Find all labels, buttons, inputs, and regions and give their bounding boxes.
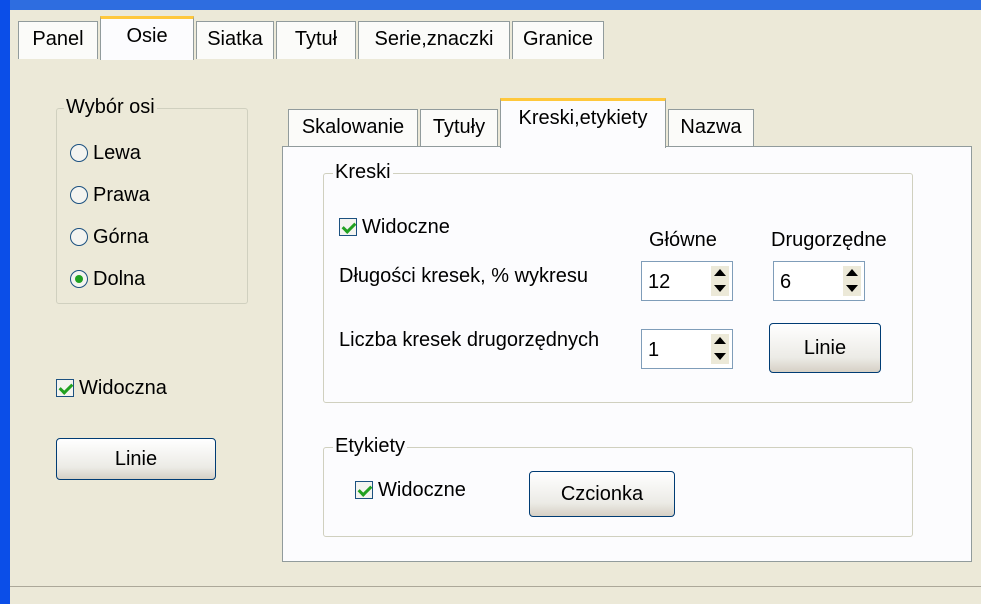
spinner-value: 12 [648,271,671,293]
minor-count-spinner[interactable]: 1 [641,329,733,369]
checkbox-checked-icon[interactable] [355,481,373,499]
kreski-lines-button[interactable]: Linie [769,323,881,373]
tab-granice[interactable]: Granice [512,21,604,59]
radio-label: Górna [93,225,149,248]
spinner-down-icon[interactable] [843,281,861,296]
radio-button-selected[interactable] [70,270,88,288]
tab-panel[interactable]: Panel [18,21,98,59]
spinner-down-icon[interactable] [711,281,729,296]
major-column-header: Główne [649,229,717,251]
radio-gorna[interactable]: Górna [70,224,149,250]
chart-editor-dialog: Panel Osie Siatka Tytuł Serie,znaczki Gr… [10,10,981,604]
tab-siatka[interactable]: Siatka [196,21,274,59]
major-length-spinner[interactable]: 12 [641,261,733,301]
axis-lines-button[interactable]: Linie [56,438,216,480]
window-left-border [0,0,10,604]
tab-kreski-etykiety[interactable]: Kreski,etykiety [500,98,666,148]
radio-dolna[interactable]: Dolna [70,266,145,292]
radio-button[interactable] [70,144,88,162]
radio-button[interactable] [70,228,88,246]
spinner-value: 6 [780,271,792,293]
spinner-up-icon[interactable] [711,334,729,349]
checkbox-checked-icon[interactable] [339,218,357,236]
tab-serie-znaczki[interactable]: Serie,znaczki [358,21,510,59]
radio-button[interactable] [70,186,88,204]
radio-label: Prawa [93,183,150,206]
radio-lewa[interactable]: Lewa [70,140,141,166]
spinner-arrows[interactable] [843,266,861,296]
etykiety-group-title: Etykiety [333,435,408,458]
axis-visible-checkbox[interactable]: Widoczna [56,375,167,401]
radio-label: Lewa [93,141,141,164]
checkbox-label: Widoczne [378,478,466,501]
checkbox-label: Widoczne [362,215,450,238]
spinner-arrows[interactable] [711,334,729,364]
tab-osie[interactable]: Osie [100,16,194,60]
etykiety-visible-checkbox[interactable]: Widoczne [355,477,466,503]
tab-tytul[interactable]: Tytuł [276,21,356,59]
checkbox-checked-icon[interactable] [56,379,74,397]
spinner-arrows[interactable] [711,266,729,296]
tab-nazwa[interactable]: Nazwa [668,109,754,147]
minor-length-spinner[interactable]: 6 [773,261,865,301]
kreski-visible-checkbox[interactable]: Widoczne [339,214,450,240]
font-button[interactable]: Czcionka [529,471,675,517]
tick-length-label: Długości kresek, % wykresu [339,265,588,287]
minor-count-label: Liczba kresek drugorzędnych [339,329,600,351]
minor-column-header: Drugorzędne [771,229,887,251]
bottom-separator [10,586,981,587]
tab-tytuly[interactable]: Tytuły [420,109,498,147]
radio-prawa[interactable]: Prawa [70,182,150,208]
spinner-down-icon[interactable] [711,349,729,364]
window-titlebar-strip [0,0,981,10]
spinner-up-icon[interactable] [711,266,729,281]
spinner-value: 1 [648,339,660,361]
tab-skalowanie[interactable]: Skalowanie [288,109,418,147]
checkbox-label: Widoczna [79,376,167,399]
axis-choice-group-title: Wybór osi [64,96,157,119]
radio-label: Dolna [93,267,146,290]
spinner-up-icon[interactable] [843,266,861,281]
kreski-group-title: Kreski [333,161,393,184]
kreski-etykiety-pane: Kreski Widoczne Główne Drugorzędne Długo… [282,146,972,562]
